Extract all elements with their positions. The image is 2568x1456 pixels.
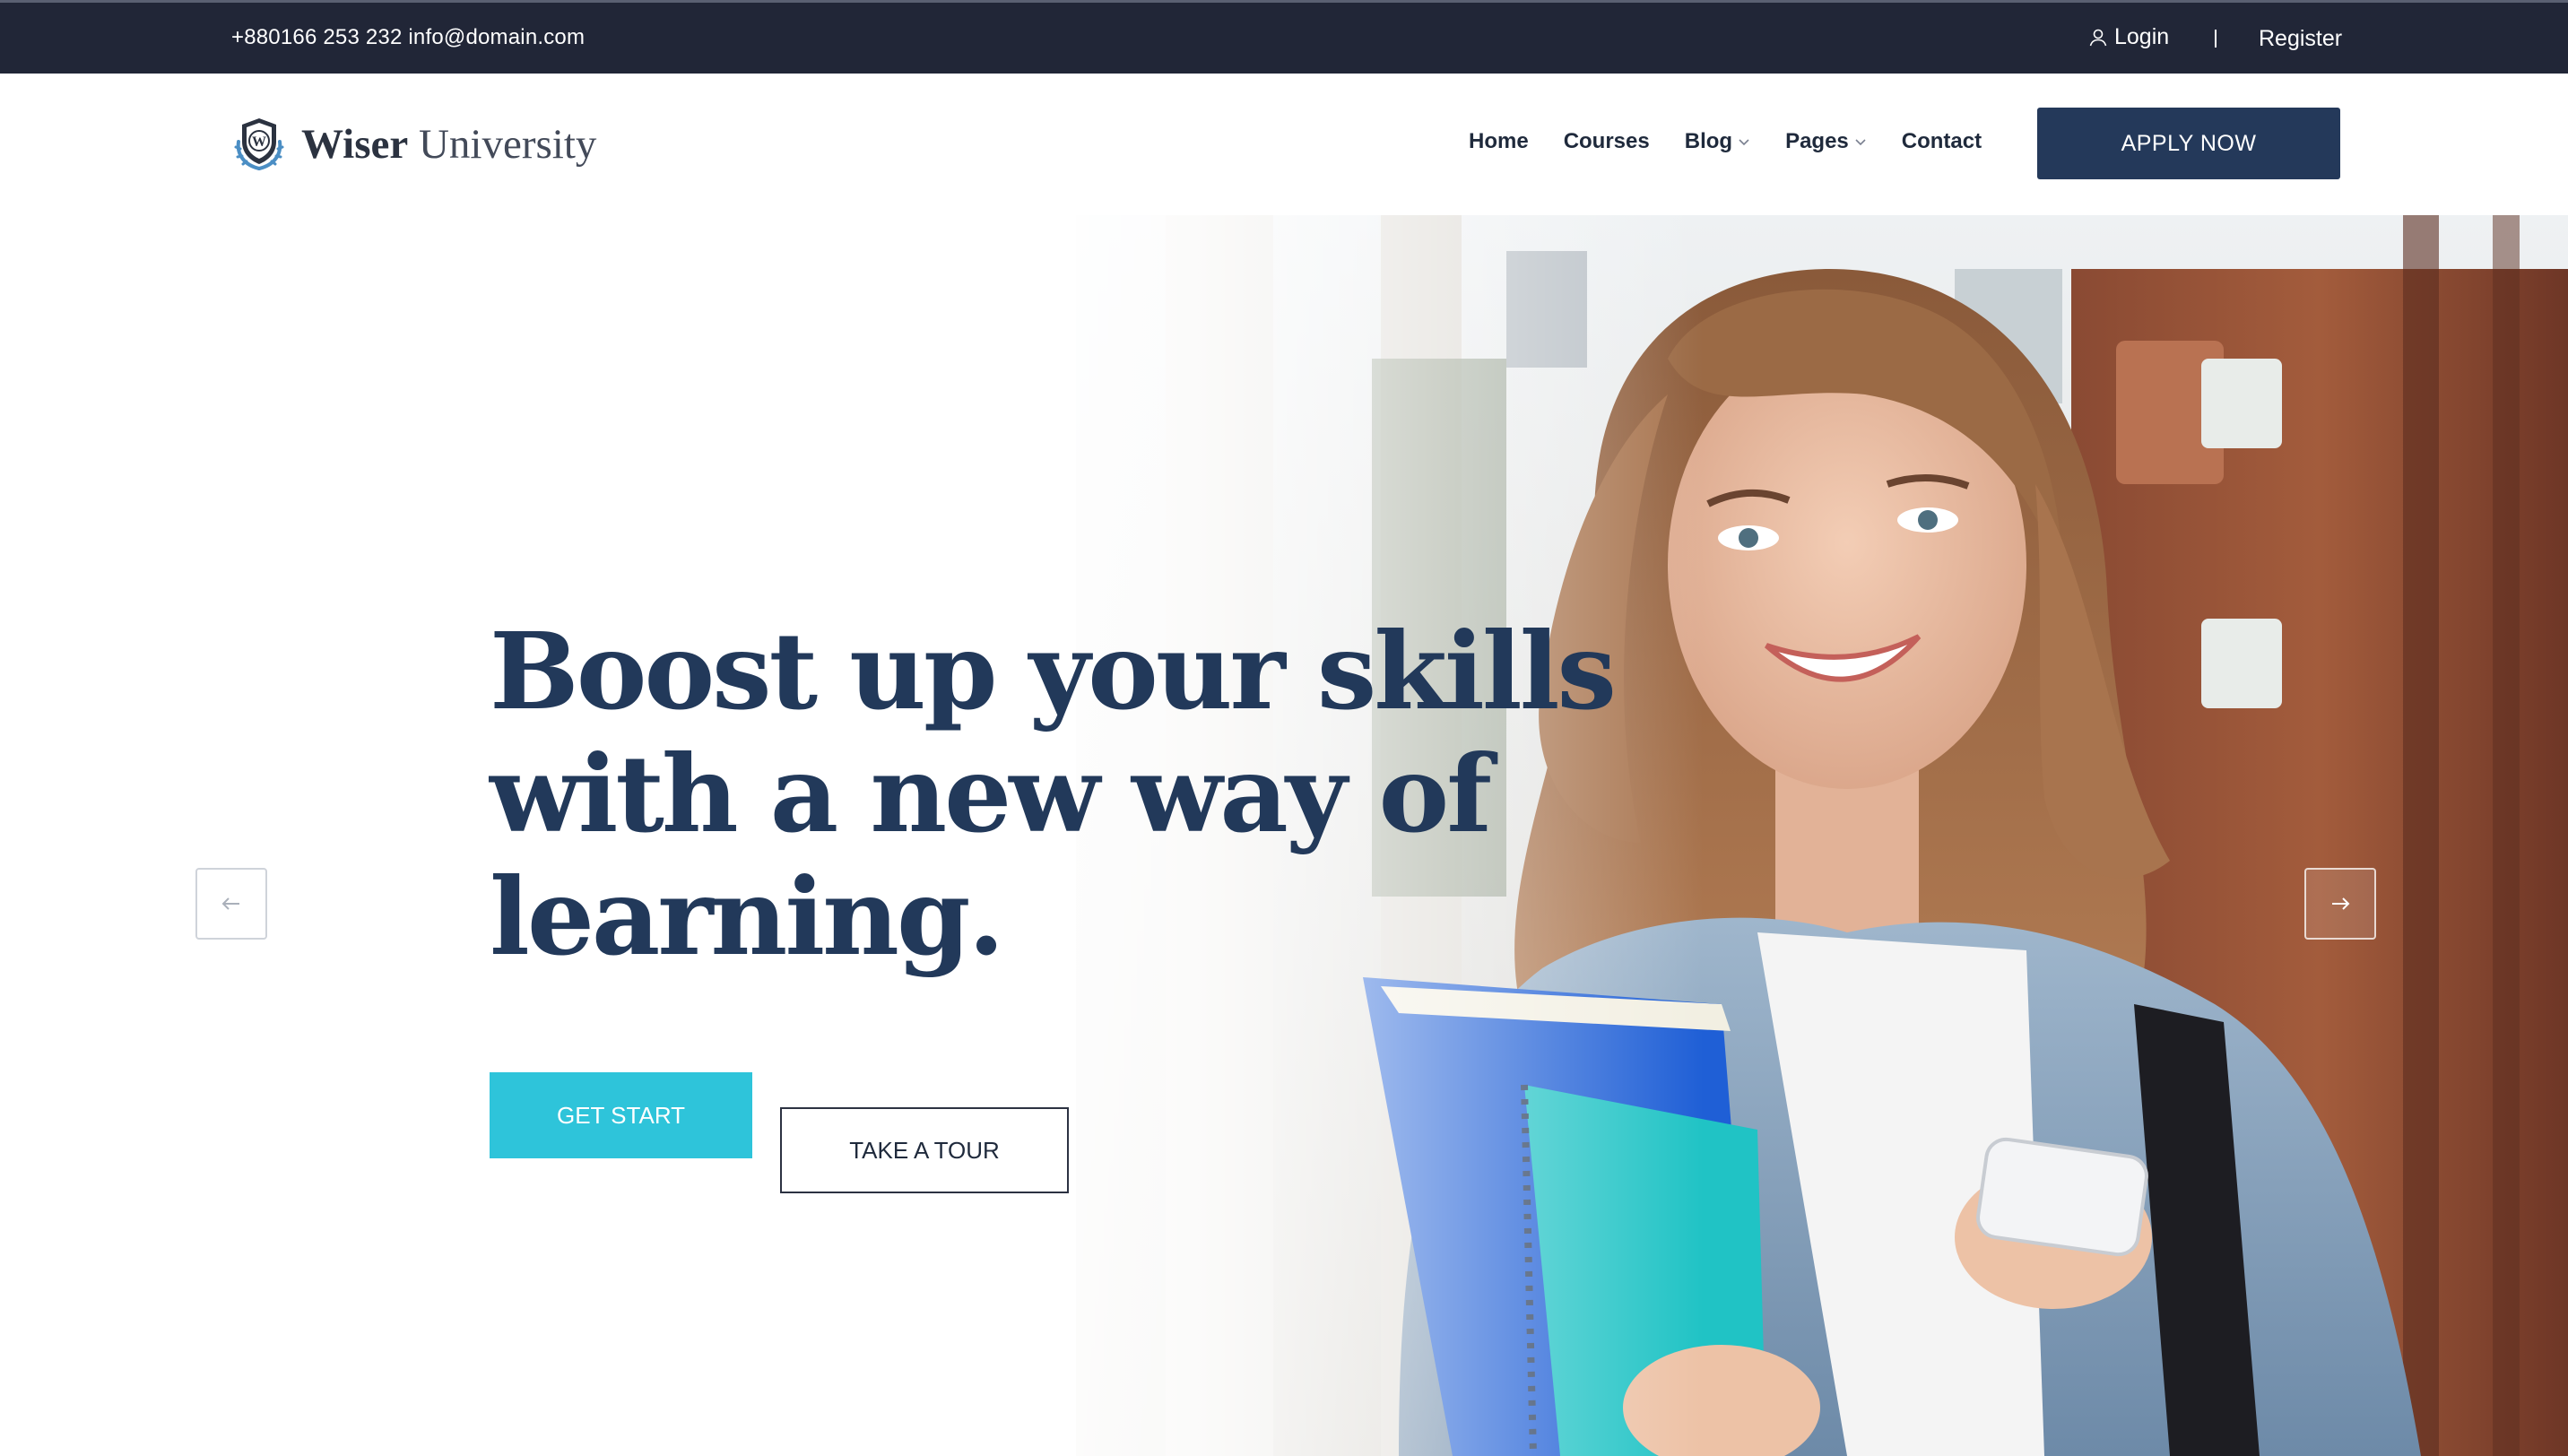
arrow-right-icon: [2332, 897, 2350, 910]
contact-info: +880166 253 232 info@domain.com: [231, 25, 586, 49]
nav-courses[interactable]: Courses: [1564, 129, 1650, 154]
nav-blog-label: Blog: [1684, 129, 1733, 153]
slider-next-button[interactable]: [2304, 868, 2376, 940]
slider-prev-button[interactable]: [195, 868, 267, 940]
nav-contact[interactable]: Contact: [1902, 129, 1982, 154]
arrow-left-icon: [221, 897, 239, 910]
get-start-button[interactable]: GET START: [490, 1072, 752, 1158]
hero-slider: Boost up your skills with a new way of l…: [0, 215, 2568, 1456]
logo-initial: W: [252, 134, 266, 150]
headline-line-2: with a new way of: [490, 732, 1492, 856]
nav-blog[interactable]: Blog: [1685, 129, 1750, 154]
headline-line-3: learning.: [490, 854, 1005, 979]
main-header: W Wiser University Home Courses Blog Pag…: [0, 74, 2568, 215]
hero-headline: Boost up your skills with a new way of l…: [490, 609, 1617, 979]
top-bar: +880166 253 232 info@domain.com Login Re…: [0, 0, 2568, 74]
chevron-down-icon: [1855, 139, 1866, 146]
apply-now-button[interactable]: APPLY NOW: [2037, 108, 2340, 179]
nav-home[interactable]: Home: [1469, 129, 1529, 154]
login-link[interactable]: Login: [2087, 24, 2169, 50]
shield-crest-icon: W: [234, 118, 284, 170]
nav-home-label: Home: [1469, 129, 1529, 153]
site-logo[interactable]: W Wiser University: [230, 115, 596, 174]
headline-line-1: Boost up your skills: [490, 609, 1617, 733]
topbar-divider: [2215, 30, 2217, 48]
logo-text-light: University: [418, 121, 597, 168]
logo-text: Wiser University: [301, 120, 596, 169]
nav-pages[interactable]: Pages: [1785, 129, 1867, 154]
login-label: Login: [2114, 24, 2170, 49]
take-a-tour-button[interactable]: TAKE A TOUR: [780, 1107, 1069, 1193]
nav-pages-label: Pages: [1785, 129, 1849, 153]
user-icon: [2089, 29, 2107, 46]
nav-contact-label: Contact: [1901, 129, 1982, 153]
main-nav: Home Courses Blog Pages Contact: [1469, 129, 2017, 154]
nav-courses-label: Courses: [1563, 129, 1650, 153]
register-link[interactable]: Register: [2259, 26, 2342, 52]
logo-text-bold: Wiser: [301, 121, 409, 168]
chevron-down-icon: [1739, 139, 1749, 146]
